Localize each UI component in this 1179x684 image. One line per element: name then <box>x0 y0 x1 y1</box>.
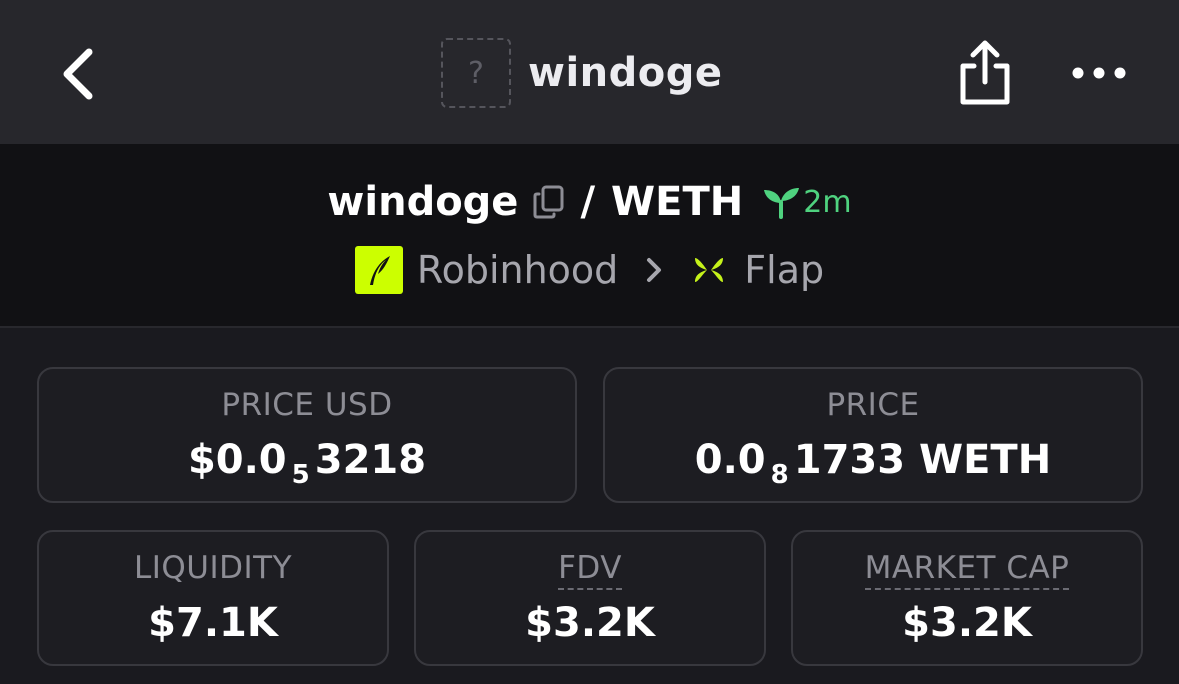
dex-name[interactable]: Flap <box>744 248 824 292</box>
pair-name-row: windoge / WETH 2m <box>0 176 1179 228</box>
back-button[interactable] <box>55 44 105 104</box>
token-title: ? windoge <box>441 38 723 108</box>
page-title: windoge <box>528 50 723 96</box>
share-button[interactable] <box>955 38 1015 108</box>
chevron-left-icon <box>63 48 93 100</box>
token-logo-placeholder: ? <box>441 38 511 108</box>
share-icon <box>960 40 1010 105</box>
flap-dex-icon <box>692 253 726 287</box>
fdv-label-wrap[interactable]: FDV <box>416 550 764 590</box>
market-cap-label-wrap[interactable]: MARKET CAP <box>793 550 1141 590</box>
price-prefix: 0.0 <box>694 437 766 483</box>
base-token-symbol: windoge <box>327 179 519 225</box>
market-cap-card: MARKET CAP $3.2K <box>791 530 1143 666</box>
price-usd-value: $0.0 5 3218 <box>39 437 575 490</box>
price-label: PRICE <box>826 387 920 423</box>
sprout-icon <box>761 185 801 219</box>
chain-name[interactable]: Robinhood <box>417 248 618 292</box>
chain-dex-row: Robinhood Flap <box>0 244 1179 296</box>
price-card: PRICE 0.0 8 1733 WETH <box>603 367 1143 503</box>
more-options-button[interactable] <box>1070 58 1130 88</box>
price-digits: 1733 WETH <box>793 437 1052 483</box>
fdv-card: FDV $3.2K <box>414 530 766 666</box>
liquidity-value: $7.1K <box>148 600 278 646</box>
market-cap-value: $3.2K <box>902 600 1032 646</box>
price-usd-digits: 3218 <box>314 437 427 483</box>
price-zero-count: 8 <box>770 460 789 490</box>
liquidity-card: LIQUIDITY $7.1K <box>37 530 389 666</box>
fdv-value: $3.2K <box>525 600 655 646</box>
price-usd-prefix: $0.0 <box>187 437 287 483</box>
price-value: 0.0 8 1733 WETH <box>605 437 1141 490</box>
quote-token-symbol: WETH <box>611 179 744 225</box>
top-bar: ? windoge <box>0 0 1179 144</box>
fdv-label[interactable]: FDV <box>558 550 622 590</box>
price-usd-zero-count: 5 <box>291 460 310 490</box>
price-usd-card: PRICE USD $0.0 5 3218 <box>37 367 577 503</box>
pair-age: 2m <box>803 184 852 220</box>
more-icon <box>1072 67 1126 79</box>
copy-icon[interactable] <box>532 184 566 220</box>
market-cap-label[interactable]: MARKET CAP <box>864 550 1070 590</box>
liquidity-label: LIQUIDITY <box>133 550 293 586</box>
pair-info: windoge / WETH 2m Robinhood Flap <box>0 144 1179 328</box>
robinhood-logo-icon <box>354 246 403 294</box>
pair-separator: / <box>580 179 596 225</box>
price-usd-label: PRICE USD <box>221 387 393 423</box>
placeholder-question-mark: ? <box>468 55 484 91</box>
chevron-right-icon <box>644 256 664 284</box>
